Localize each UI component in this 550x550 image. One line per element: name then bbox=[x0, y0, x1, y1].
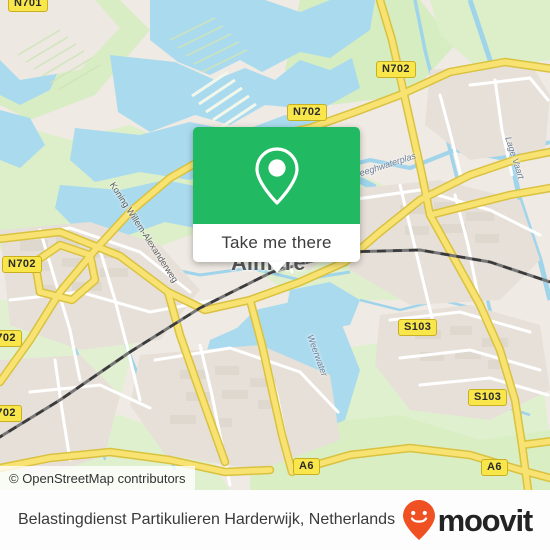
callout-icon-panel bbox=[193, 127, 360, 224]
osm-attribution[interactable]: © OpenStreetMap contributors bbox=[0, 466, 195, 490]
footer-bar: Belastingdienst Partikulieren Harderwijk… bbox=[0, 490, 550, 550]
road-shield: N702 bbox=[0, 330, 22, 347]
location-callout-card[interactable]: Take me there bbox=[193, 127, 360, 273]
road-shield: N702 bbox=[2, 256, 42, 273]
moovit-pin-icon bbox=[402, 500, 435, 540]
callout-action-bar[interactable]: Take me there bbox=[193, 224, 360, 262]
road-shield: S103 bbox=[398, 319, 438, 336]
road-shield: S103 bbox=[468, 389, 508, 406]
road-shield: A6 bbox=[293, 458, 320, 475]
road-shield: N702 bbox=[376, 61, 416, 78]
road-shield: N702 bbox=[0, 405, 22, 422]
map-pin-icon bbox=[254, 146, 299, 205]
road-shield: N701 bbox=[8, 0, 48, 12]
map-canvas[interactable]: N702N702N702N702N702N701S103S103A6A6 Lag… bbox=[0, 0, 550, 490]
osm-attribution-text: © OpenStreetMap contributors bbox=[9, 470, 186, 486]
moovit-logo[interactable]: moovit bbox=[402, 499, 534, 541]
moovit-wordmark: moovit bbox=[437, 502, 534, 538]
callout-pointer bbox=[267, 262, 286, 273]
road-shield: N702 bbox=[287, 104, 327, 121]
location-title: Belastingdienst Partikulieren Harderwijk… bbox=[18, 511, 396, 528]
take-me-there-label: Take me there bbox=[221, 233, 332, 252]
map-screenshot: N702N702N702N702N702N701S103S103A6A6 Lag… bbox=[0, 0, 550, 550]
road-shield: A6 bbox=[481, 459, 508, 476]
